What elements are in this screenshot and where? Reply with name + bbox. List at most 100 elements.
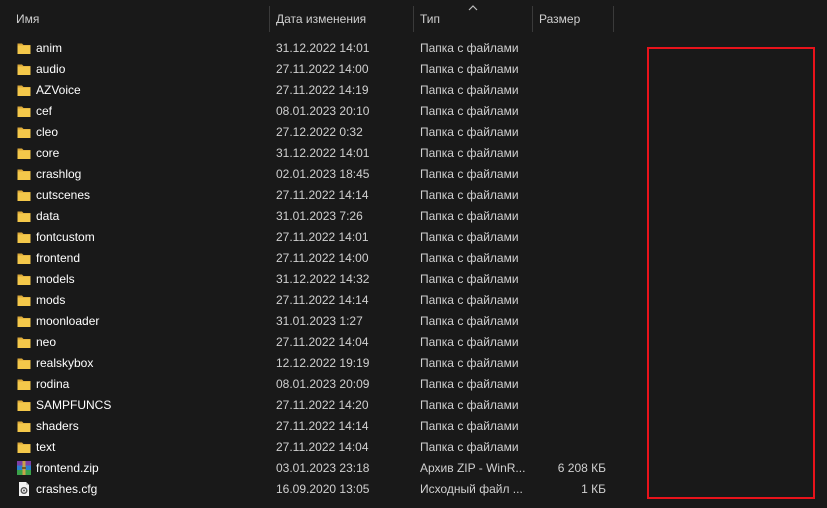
file-row[interactable]: data 31.01.2023 7:26 Папка с файлами <box>0 206 640 227</box>
file-row[interactable]: SAMPFUNCS 27.11.2022 14:20 Папка с файлами <box>0 395 640 416</box>
folder-icon <box>16 334 32 350</box>
file-row[interactable]: realskybox 12.12.2022 19:19 Папка с файлам… <box>0 353 640 374</box>
file-date-modified: 31.12.2022 14:01 <box>276 41 370 55</box>
file-type: Папка с файлами <box>420 377 519 391</box>
file-type: Папка с файлами <box>420 314 519 328</box>
file-type: Папка с файлами <box>420 293 519 307</box>
folder-icon <box>16 208 32 224</box>
file-name: cutscenes <box>36 188 91 202</box>
file-type: Папка с файлами <box>420 104 519 118</box>
file-size <box>535 311 606 332</box>
file-date-modified: 27.11.2022 14:04 <box>276 335 369 349</box>
column-header-bar: Имя Дата изменения Тип Размер <box>0 0 827 37</box>
winrar-archive-icon <box>16 460 32 476</box>
file-name: data <box>36 209 60 223</box>
file-date-modified: 27.11.2022 14:04 <box>276 440 369 454</box>
file-type: Папка с файлами <box>420 83 519 97</box>
folder-icon <box>16 187 32 203</box>
file-name: anim <box>36 41 63 55</box>
file-size <box>535 101 606 122</box>
file-row[interactable]: text 27.11.2022 14:04 Папка с файлами <box>0 437 640 458</box>
file-size <box>535 143 606 164</box>
folder-icon <box>16 439 32 455</box>
file-row[interactable]: anim 31.12.2022 14:01 Папка с файлами <box>0 38 640 59</box>
file-size <box>535 395 606 416</box>
file-row[interactable]: crashlog 02.01.2023 18:45 Папка с файлами <box>0 164 640 185</box>
file-type: Папка с файлами <box>420 272 519 286</box>
file-type: Архив ZIP - WinR... <box>420 461 526 475</box>
file-date-modified: 27.11.2022 14:00 <box>276 62 369 76</box>
file-size <box>535 38 606 59</box>
file-row[interactable]: neo 27.11.2022 14:04 Папка с файлами <box>0 332 640 353</box>
file-date-modified: 08.01.2023 20:10 <box>276 104 370 118</box>
folder-icon <box>16 166 32 182</box>
sort-ascending-icon <box>468 5 478 11</box>
file-row[interactable]: core 31.12.2022 14:01 Папка с файлами <box>0 143 640 164</box>
file-date-modified: 27.11.2022 14:01 <box>276 230 369 244</box>
file-name: crashlog <box>36 167 82 181</box>
file-size <box>535 416 606 437</box>
file-name: frontend <box>36 251 81 265</box>
file-date-modified: 31.12.2022 14:01 <box>276 146 370 160</box>
file-row[interactable]: fontcustom 27.11.2022 14:01 Папка с файлам… <box>0 227 640 248</box>
file-date-modified: 27.12.2022 0:32 <box>276 125 363 139</box>
file-size: 1 КБ <box>581 482 606 496</box>
file-row[interactable]: rodina 08.01.2023 20:09 Папка с файлами <box>0 374 640 395</box>
column-header-name[interactable]: Имя <box>10 0 265 34</box>
file-name: neo <box>36 335 57 349</box>
file-row[interactable]: AZVoice 27.11.2022 14:19 Папка с файлами <box>0 80 640 101</box>
file-name: audio <box>36 62 66 76</box>
file-name: realskybox <box>36 356 94 370</box>
folder-icon <box>16 376 32 392</box>
file-date-modified: 03.01.2023 23:18 <box>276 461 370 475</box>
file-size <box>535 374 606 395</box>
file-name: rodina <box>36 377 70 391</box>
file-date-modified: 27.11.2022 14:19 <box>276 83 369 97</box>
file-size <box>535 80 606 101</box>
file-row[interactable]: cleo 27.12.2022 0:32 Папка с файлами <box>0 122 640 143</box>
file-date-modified: 08.01.2023 20:09 <box>276 377 370 391</box>
column-header-size[interactable]: Размер <box>533 0 611 34</box>
column-header-date[interactable]: Дата изменения <box>270 0 410 34</box>
file-date-modified: 27.11.2022 14:14 <box>276 419 369 433</box>
file-date-modified: 27.11.2022 14:20 <box>276 398 369 412</box>
file-name: mods <box>36 293 66 307</box>
file-row[interactable]: shaders 27.11.2022 14:14 Папка с файлами <box>0 416 640 437</box>
file-type: Папка с файлами <box>420 41 519 55</box>
file-date-modified: 12.12.2022 19:19 <box>276 356 370 370</box>
column-divider[interactable] <box>613 6 614 32</box>
file-row[interactable]: models 31.12.2022 14:32 Папка с файлами <box>0 269 640 290</box>
folder-icon <box>16 313 32 329</box>
file-row[interactable]: frontend.zip 03.01.2023 23:18 Архив ZIP - … <box>0 458 640 479</box>
file-date-modified: 27.11.2022 14:00 <box>276 251 369 265</box>
file-row[interactable]: mods 27.11.2022 14:14 Папка с файлами <box>0 290 640 311</box>
file-size <box>535 437 606 458</box>
file-size <box>535 185 606 206</box>
file-type: Исходный файл ... <box>420 482 523 496</box>
file-type: Папка с файлами <box>420 167 519 181</box>
file-size <box>535 269 606 290</box>
file-type: Папка с файлами <box>420 146 519 160</box>
folder-icon <box>16 61 32 77</box>
file-size <box>535 227 606 248</box>
file-name: frontend.zip <box>36 461 99 475</box>
file-name: shaders <box>36 419 79 433</box>
folder-icon <box>16 397 32 413</box>
folder-icon <box>16 271 32 287</box>
cfg-file-icon <box>16 481 32 497</box>
file-row[interactable]: cutscenes 27.11.2022 14:14 Папка с файлами <box>0 185 640 206</box>
file-name: text <box>36 440 56 454</box>
folder-icon <box>16 292 32 308</box>
file-type: Папка с файлами <box>420 62 519 76</box>
file-row[interactable]: crashes.cfg 16.09.2020 13:05 Исходный файл… <box>0 479 640 500</box>
file-row[interactable]: moonloader 31.01.2023 1:27 Папка с файлами <box>0 311 640 332</box>
file-type: Папка с файлами <box>420 419 519 433</box>
file-row[interactable]: frontend 27.11.2022 14:00 Папка с файлами <box>0 248 640 269</box>
file-row[interactable]: audio 27.11.2022 14:00 Папка с файлами <box>0 59 640 80</box>
file-type: Папка с файлами <box>420 188 519 202</box>
file-name: cleo <box>36 125 59 139</box>
file-row[interactable]: cef 08.01.2023 20:10 Папка с файлами <box>0 101 640 122</box>
file-name: fontcustom <box>36 230 95 244</box>
folder-icon <box>16 355 32 371</box>
folder-icon <box>16 418 32 434</box>
